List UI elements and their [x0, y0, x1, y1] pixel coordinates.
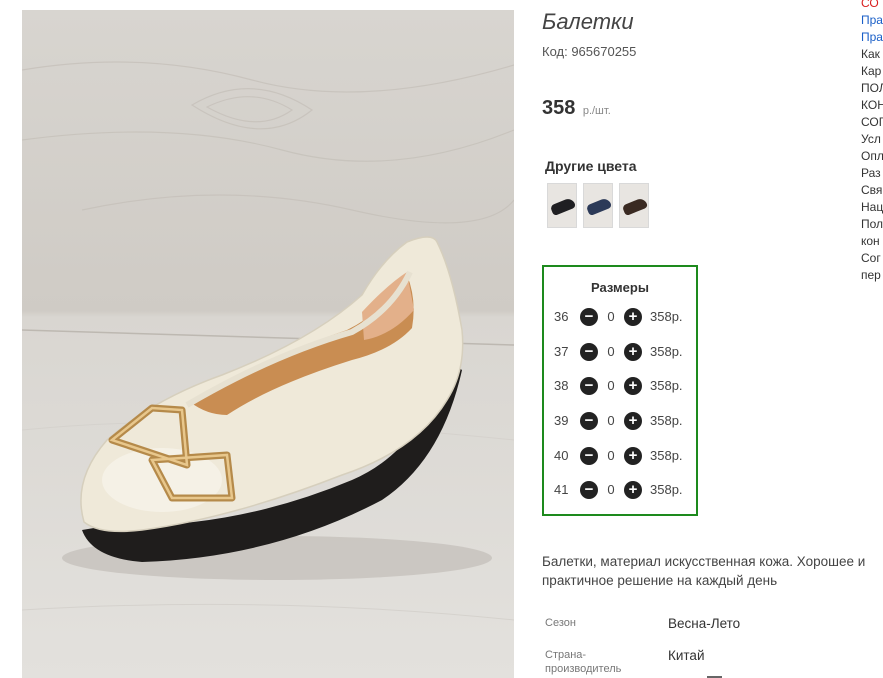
navy-shoe-icon [585, 196, 613, 217]
size-price: 358р. [650, 482, 683, 497]
sidebar-link[interactable]: Раз [861, 165, 883, 182]
minus-icon[interactable]: − [580, 343, 598, 361]
minus-icon[interactable]: − [580, 377, 598, 395]
size-price: 358р. [650, 413, 683, 428]
sidebar-link[interactable]: Как [861, 46, 883, 63]
sidebar-link[interactable]: Нац [861, 199, 883, 216]
size-quantity: 0 [607, 482, 615, 497]
sidebar-link[interactable]: Свя [861, 182, 883, 199]
size-row: 37 − 0 + 358р. [544, 342, 696, 362]
attribute-key: Страна-производитель [545, 649, 622, 675]
other-colors-title: Другие цвета [545, 158, 637, 174]
size-row: 41 − 0 + 358р. [544, 480, 696, 500]
sidebar-link[interactable]: ПОЛ [861, 80, 883, 97]
size-row: 38 − 0 + 358р. [544, 376, 696, 396]
size-label: 36 [554, 309, 569, 324]
product-price: 358 р./шт. [542, 97, 611, 120]
sizes-panel: Размеры 36 − 0 + 358р. 37 − 0 + 358р. 38… [542, 265, 698, 516]
plus-icon[interactable]: + [624, 481, 642, 499]
sidebar-link[interactable]: Усл [861, 131, 883, 148]
sizes-title: Размеры [591, 280, 649, 295]
sidebar-link[interactable]: пер [861, 267, 883, 284]
minus-icon[interactable]: − [580, 447, 598, 465]
product-attributes: Сезон Весна-Лето Страна-производитель Ки… [545, 612, 875, 676]
plus-icon[interactable]: + [624, 447, 642, 465]
size-quantity: 0 [607, 448, 615, 463]
size-row: 39 − 0 + 358р. [544, 411, 696, 431]
size-quantity: 0 [607, 309, 615, 324]
minus-icon[interactable]: − [580, 481, 598, 499]
color-swatch-brown[interactable] [619, 183, 649, 228]
brown-shoe-icon [621, 196, 649, 217]
sidebar-links: СО Пра Пра Как Кар ПОЛ КОН СОГ Усл Опл Р… [861, 0, 883, 284]
size-label: 39 [554, 413, 569, 428]
price-amount: 358 [542, 97, 576, 119]
size-price: 358р. [650, 309, 683, 324]
plus-icon[interactable]: + [624, 377, 642, 395]
shoe-illustration [22, 61, 514, 621]
color-swatch-black[interactable] [547, 183, 577, 228]
plus-icon[interactable]: + [624, 343, 642, 361]
product-description: Балетки, материал искусственная кожа. Хо… [542, 554, 866, 588]
sidebar-link[interactable]: СО [861, 0, 883, 12]
size-quantity: 0 [607, 344, 615, 359]
plus-icon[interactable]: + [624, 412, 642, 430]
size-label: 38 [554, 378, 569, 393]
plus-icon[interactable]: + [624, 308, 642, 326]
attribute-key: Сезон [545, 617, 576, 629]
attribute-value: Китай [668, 648, 705, 663]
size-quantity: 0 [607, 378, 615, 393]
color-swatch-navy[interactable] [583, 183, 613, 228]
sidebar-link[interactable]: Опл [861, 148, 883, 165]
attribute-value: Весна-Лето [668, 616, 741, 631]
product-title: Балетки [542, 9, 634, 34]
size-price: 358р. [650, 378, 683, 393]
sidebar-link[interactable]: Кар [861, 63, 883, 80]
sidebar-link[interactable]: СОГ [861, 114, 883, 131]
size-row: 36 − 0 + 358р. [544, 307, 696, 327]
minus-icon[interactable]: − [580, 308, 598, 326]
size-label: 41 [554, 482, 569, 497]
sidebar-link[interactable]: Пра [861, 12, 883, 29]
sidebar-link[interactable]: КОН [861, 97, 883, 114]
minus-icon[interactable]: − [580, 412, 598, 430]
product-code: Код: 965670255 [542, 44, 637, 59]
sidebar-link[interactable]: Сог [861, 250, 883, 267]
attribute-row: Страна-производитель Китай [545, 644, 875, 676]
size-label: 37 [554, 344, 569, 359]
size-label: 40 [554, 448, 569, 463]
color-swatches [547, 183, 649, 228]
size-price: 358р. [650, 344, 683, 359]
black-shoe-icon [549, 196, 577, 217]
sidebar-link[interactable]: кон [861, 233, 883, 250]
product-image[interactable] [22, 10, 514, 678]
size-price: 358р. [650, 448, 683, 463]
attribute-row: Сезон Весна-Лето [545, 612, 875, 644]
size-row: 40 − 0 + 358р. [544, 446, 696, 466]
price-unit: р./шт. [582, 105, 611, 117]
sidebar-link[interactable]: Пол [861, 216, 883, 233]
size-quantity: 0 [607, 413, 615, 428]
sidebar-link[interactable]: Пра [861, 29, 883, 46]
